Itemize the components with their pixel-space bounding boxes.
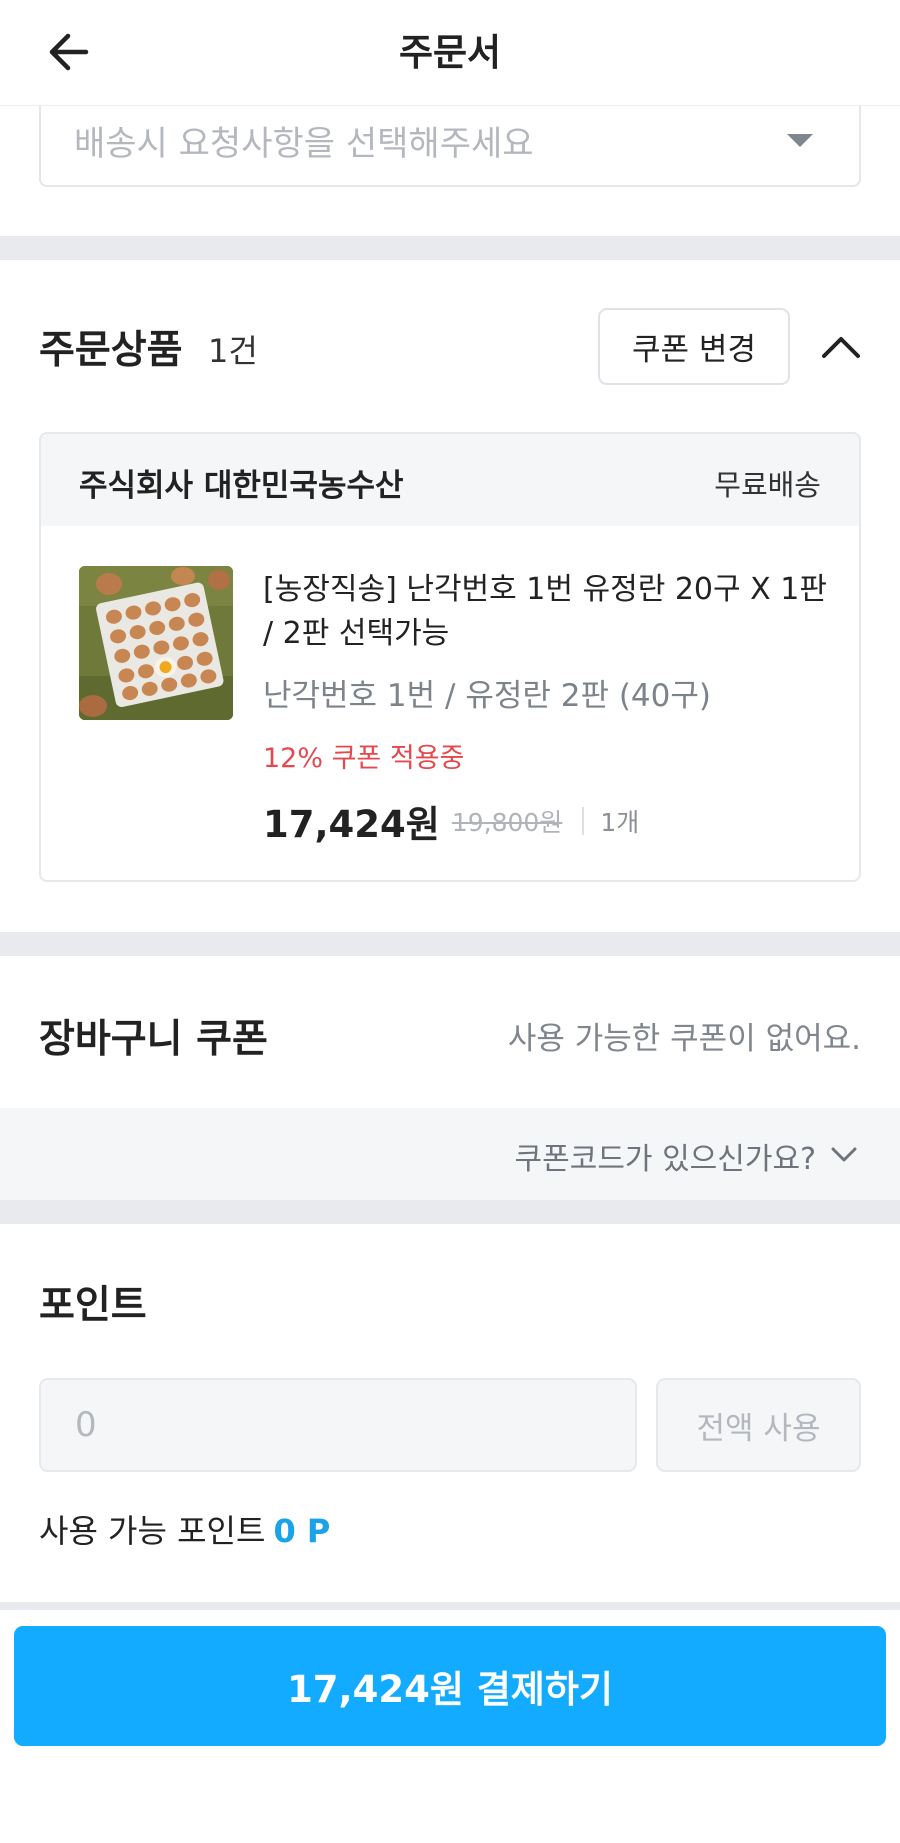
basket-coupon-note: 사용 가능한 쿠폰이 없어요. bbox=[507, 1021, 861, 1057]
price-row: 17,424원 19,800원 1개 bbox=[263, 796, 639, 846]
pay-button[interactable]: 17,424원 결제하기 bbox=[14, 1626, 886, 1746]
available-points-value: 0 P bbox=[273, 1512, 331, 1550]
point-input[interactable] bbox=[41, 1380, 635, 1470]
basket-coupon-title: 장바구니 쿠폰 bbox=[39, 1017, 268, 1062]
coupon-code-prompt: 쿠폰코드가 있으신가요? bbox=[514, 1142, 816, 1177]
delivery-request-select[interactable]: 배송시 요청사항을 선택해주세요 bbox=[39, 106, 861, 187]
section-divider bbox=[0, 1200, 900, 1224]
coupon-change-button[interactable]: 쿠폰 변경 bbox=[598, 308, 790, 385]
seller-name: 주식회사 대한민국농수산 bbox=[79, 468, 404, 504]
egg-tray-image bbox=[79, 566, 233, 720]
seller-card: 주식회사 대한민국농수산 무료배송 [농장직송] 난각번호 1번 유정란 20구… bbox=[39, 432, 861, 882]
original-price: 19,800원 bbox=[451, 808, 563, 837]
chevron-down-icon bbox=[828, 1138, 860, 1170]
final-price: 17,424원 bbox=[263, 803, 440, 846]
available-points-label: 사용 가능 포인트 bbox=[39, 1512, 266, 1550]
product-thumbnail bbox=[79, 566, 233, 720]
price-separator bbox=[582, 807, 585, 835]
use-all-points-button[interactable]: 전액 사용 bbox=[656, 1378, 861, 1472]
shipping-label: 무료배송 bbox=[714, 468, 821, 502]
coupon-applied-badge: 12% 쿠폰 적용중 bbox=[263, 743, 465, 774]
section-divider bbox=[0, 932, 900, 956]
chevron-up-icon bbox=[822, 337, 860, 358]
section-divider bbox=[0, 236, 900, 260]
page-header: 주문서 bbox=[0, 0, 900, 106]
available-points-row: 사용 가능 포인트 0 P bbox=[39, 1506, 330, 1552]
caret-down-icon bbox=[787, 134, 813, 147]
quantity: 1개 bbox=[600, 808, 640, 837]
order-count: 1건 bbox=[208, 332, 258, 370]
order-products-title: 주문상품 bbox=[39, 328, 183, 373]
delivery-request-placeholder: 배송시 요청사항을 선택해주세요 bbox=[74, 124, 534, 164]
points-title: 포인트 bbox=[39, 1283, 147, 1328]
collapse-button[interactable] bbox=[816, 322, 866, 372]
section-divider bbox=[0, 1602, 900, 1610]
product-option: 난각번호 1번 / 유정란 2판 (40구) bbox=[263, 678, 711, 714]
point-input-wrapper bbox=[39, 1378, 637, 1472]
product-name: [농장직송] 난각번호 1번 유정란 20구 X 1판 / 2판 선택가능 bbox=[263, 572, 827, 651]
coupon-code-toggle[interactable]: 쿠폰코드가 있으신가요? bbox=[0, 1108, 900, 1200]
page-title: 주문서 bbox=[398, 31, 502, 74]
seller-header: 주식회사 대한민국농수산 무료배송 bbox=[41, 434, 859, 526]
